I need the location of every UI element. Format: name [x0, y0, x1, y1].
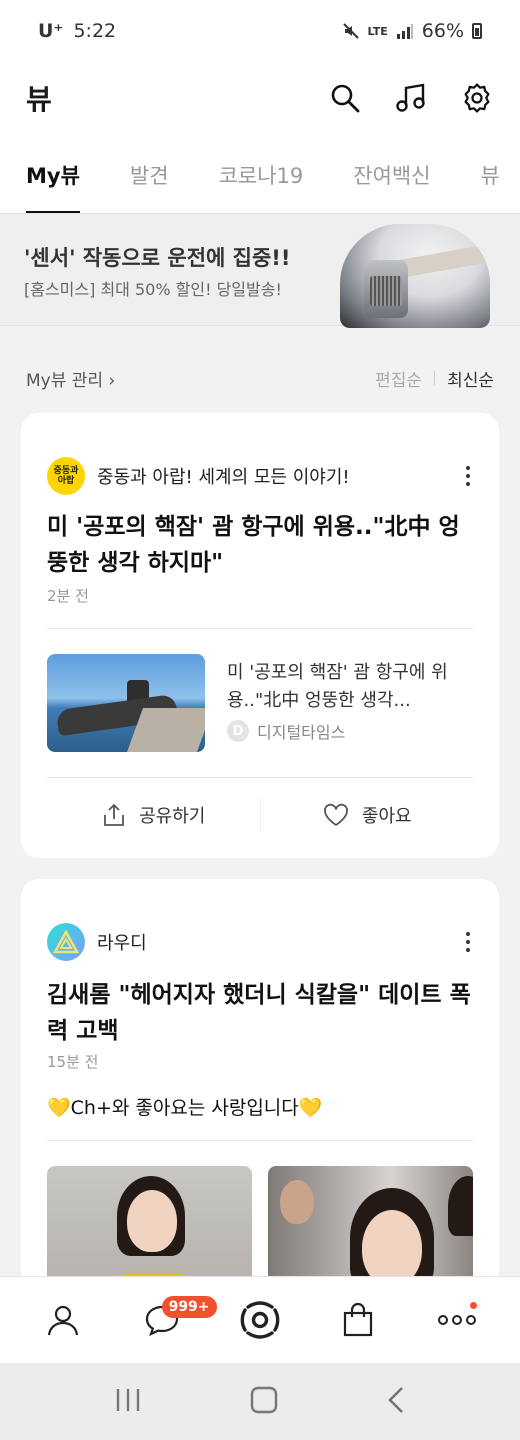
nav-view-button[interactable]	[230, 1290, 290, 1350]
related-article-title[interactable]: 미 '공포의 핵잠' 괌 항구에 위용.."北中 엉뚱한 생각...	[227, 659, 473, 715]
card-divider	[47, 1140, 473, 1141]
network-label: LTE	[367, 24, 388, 38]
more-options-icon[interactable]	[463, 466, 473, 486]
tab-view[interactable]: 뷰	[481, 134, 500, 213]
photo-face	[127, 1190, 177, 1252]
card-divider	[47, 777, 473, 778]
share-label: 공유하기	[139, 806, 206, 827]
card-headline[interactable]: 김새롬 "헤어지자 했더니 식칼을" 데이트 폭력 고백	[47, 977, 473, 1049]
music-note-icon	[396, 83, 425, 112]
digital-times-icon: D	[227, 720, 249, 742]
ad-image	[340, 224, 490, 328]
tab-my-view[interactable]: My뷰	[26, 134, 80, 213]
sort-divider	[434, 371, 436, 385]
bottom-nav: 999+	[0, 1276, 520, 1363]
home-button[interactable]	[250, 1386, 278, 1418]
source-name[interactable]: 라우디	[97, 929, 147, 955]
battery-percent: 66%	[421, 20, 464, 42]
nav-shopping-button[interactable]	[328, 1290, 388, 1350]
music-button[interactable]	[394, 81, 428, 115]
source-name[interactable]: 중동과 아랍! 세계의 모든 이야기!	[97, 463, 350, 489]
card-source-row: 중동과 아랍 중동과 아랍! 세계의 모든 이야기!	[47, 457, 473, 495]
nav-more-button[interactable]	[427, 1290, 487, 1350]
sort-latest[interactable]: 최신순	[447, 366, 494, 391]
card-divider	[47, 628, 473, 629]
feed-card: 라우디 김새롬 "헤어지자 했더니 식칼을" 데이트 폭력 고백 15분 전 💛…	[21, 879, 499, 1319]
heart-icon	[324, 803, 348, 827]
shopping-bag-icon	[344, 1302, 373, 1337]
recent-apps-icon	[116, 1388, 140, 1411]
tab-bar: My뷰 발견 코로나19 잔여백신 뷰	[0, 134, 520, 214]
search-button[interactable]	[328, 81, 362, 115]
photo-hair	[448, 1176, 473, 1236]
like-label: 좋아요	[361, 806, 412, 827]
like-button[interactable]: 좋아요	[261, 802, 474, 828]
status-time: 5:22	[73, 20, 117, 42]
nav-profile-button[interactable]	[33, 1290, 93, 1350]
source-logo[interactable]: 중동과 아랍	[47, 457, 85, 495]
my-view-manage-link[interactable]: My뷰 관리 ›	[26, 366, 115, 391]
card-actions: 공유하기 좋아요	[47, 779, 473, 851]
photo-face	[362, 1210, 422, 1286]
related-thumbnail[interactable]	[47, 654, 205, 752]
person-icon	[48, 1305, 79, 1336]
recent-apps-button[interactable]	[114, 1387, 142, 1417]
status-right: LTE 66%	[342, 20, 482, 42]
tab-covid19[interactable]: 코로나19	[219, 134, 304, 213]
more-dots-icon	[437, 1315, 476, 1325]
card-source-row: 라우디	[47, 923, 473, 961]
header-icons	[328, 81, 494, 115]
more-options-icon[interactable]	[463, 932, 473, 952]
sort-row: My뷰 관리 › 편집순 최신순	[26, 352, 494, 404]
mute-icon	[342, 23, 359, 39]
back-chevron-icon	[388, 1386, 403, 1413]
chevron-right-icon: ›	[108, 370, 116, 391]
related-source: D 디지털타임스	[227, 719, 345, 743]
nav-chat-button[interactable]: 999+	[132, 1290, 217, 1350]
chat-badge: 999+	[161, 1296, 217, 1318]
card-time: 2분 전	[47, 587, 89, 605]
tab-discover[interactable]: 발견	[130, 134, 169, 213]
feed-card: 중동과 아랍 중동과 아랍! 세계의 모든 이야기! 미 '공포의 핵잠' 괌 …	[21, 413, 499, 858]
gear-icon	[464, 83, 490, 113]
card-time: 15분 전	[47, 1053, 99, 1071]
page-title: 뷰	[26, 83, 52, 116]
settings-button[interactable]	[460, 81, 494, 115]
ad-title: '센서' 작동으로 운전에 집중!!	[24, 246, 291, 270]
sort-edit-order[interactable]: 편집순	[375, 366, 422, 391]
view-eye-icon	[240, 1301, 280, 1339]
card-subtext: 💛Ch+와 좋아요는 사랑입니다💛	[47, 1097, 323, 1119]
share-icon	[104, 803, 125, 826]
carrier-label: U⁺	[38, 20, 64, 42]
related-source-name: 디지털타임스	[257, 723, 346, 742]
tab-leftover-vaccine[interactable]: 잔여백신	[353, 134, 430, 213]
triangle-logo-icon	[53, 930, 79, 954]
notification-dot	[469, 1302, 477, 1309]
ad-image-device	[364, 260, 408, 318]
manage-label: My뷰 관리	[26, 370, 104, 391]
source-logo-text: 중동과 아랍	[53, 466, 79, 486]
sort-options: 편집순 최신순	[375, 366, 494, 391]
back-button[interactable]	[386, 1386, 406, 1418]
battery-icon	[472, 23, 482, 39]
ad-subtitle: [홈스미스] 최대 50% 할인! 당일발송!	[24, 280, 282, 299]
share-button[interactable]: 공유하기	[47, 802, 260, 828]
ad-banner[interactable]: '센서' 작동으로 운전에 집중!! [홈스미스] 최대 50% 할인! 당일발…	[0, 214, 520, 328]
app-header: 뷰	[0, 62, 520, 134]
system-nav-bar	[0, 1363, 520, 1440]
signal-icon	[396, 24, 413, 39]
card-headline[interactable]: 미 '공포의 핵잠' 괌 항구에 위용.."北中 엉뚱한 생각 하지마"	[47, 509, 473, 581]
photo-face	[280, 1180, 314, 1224]
source-logo[interactable]	[47, 923, 85, 961]
status-bar: U⁺ 5:22 LTE 66%	[0, 0, 520, 62]
search-icon	[331, 84, 360, 113]
home-square-icon	[250, 1386, 278, 1413]
